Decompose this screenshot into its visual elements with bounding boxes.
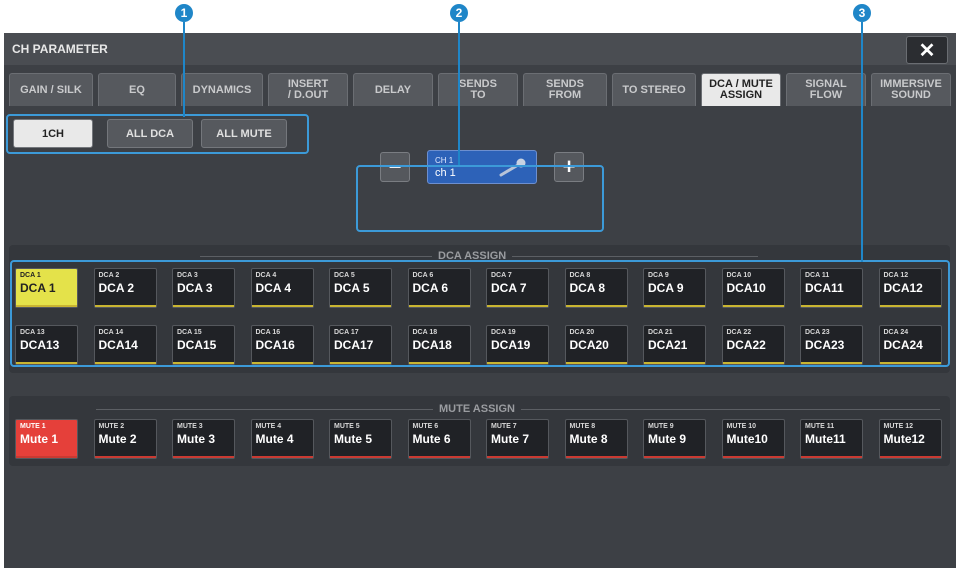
mute-status-bar	[644, 456, 705, 458]
mute-status-bar	[408, 456, 470, 458]
mute-number: MUTE 4	[255, 423, 282, 430]
mute-status-bar	[722, 456, 784, 458]
close-button[interactable]: ✕	[906, 36, 948, 64]
tab-immersive-sound[interactable]: IMMERSIVE SOUND	[871, 73, 951, 106]
mute-assign-button[interactable]: MUTE 9 Mute 9	[643, 419, 706, 459]
mute-name: Mute10	[726, 432, 768, 446]
mute-name: Mute 6	[412, 432, 451, 446]
close-icon: ✕	[918, 39, 936, 62]
mute-assign-button[interactable]: MUTE 12 Mute12	[878, 419, 942, 459]
mute-name: Mute12	[883, 432, 925, 446]
mute-number: MUTE 12	[883, 423, 914, 430]
mute-number: MUTE 2	[98, 423, 125, 430]
mute-status-bar	[801, 456, 862, 458]
mute-assign-button[interactable]: MUTE 2 Mute 2	[93, 419, 157, 459]
tab-signal-flow[interactable]: SIGNAL FLOW	[786, 73, 866, 106]
mute-number: MUTE 10	[726, 423, 757, 430]
callout-2: 2	[450, 4, 468, 22]
tab-to-stereo[interactable]: TO STEREO	[612, 73, 696, 106]
tab-eq[interactable]: EQ	[98, 73, 176, 106]
window-title: CH PARAMETER	[12, 42, 108, 56]
mute-status-bar	[565, 456, 627, 458]
mute-status-bar	[330, 456, 391, 458]
callout-2-highlight	[356, 165, 604, 232]
mute-status-bar	[487, 456, 548, 458]
mute-name: Mute 4	[255, 432, 294, 446]
mute-number: MUTE 8	[569, 423, 596, 430]
tab-sends-to[interactable]: SENDS TO	[438, 73, 518, 106]
mute-number: MUTE 9	[648, 423, 674, 430]
mute-number: MUTE 5	[334, 423, 360, 430]
mute-name: Mute 1	[20, 432, 59, 446]
titlebar: CH PARAMETER ✕	[4, 33, 956, 65]
mute-name: Mute 9	[648, 432, 687, 446]
mute-assign-button[interactable]: MUTE 3 Mute 3	[172, 419, 235, 459]
mute-number: MUTE 3	[177, 423, 203, 430]
tab-insert-dout[interactable]: INSERT / D.OUT	[268, 73, 348, 106]
callout-3-leader	[861, 22, 863, 262]
mute-assign-button[interactable]: MUTE 1 Mute 1	[15, 419, 78, 459]
mute-name: Mute11	[805, 432, 846, 446]
mute-assign-button[interactable]: MUTE 11 Mute11	[800, 419, 863, 459]
callout-3-highlight	[10, 260, 950, 367]
mute-assign-button[interactable]: MUTE 10 Mute10	[721, 419, 785, 459]
callout-2-leader	[458, 22, 460, 165]
tab-dynamics[interactable]: DYNAMICS	[181, 73, 263, 106]
callout-1-highlight	[6, 114, 309, 154]
mute-assign-button[interactable]: MUTE 6 Mute 6	[407, 419, 471, 459]
mute-assign-label: MUTE ASSIGN	[433, 403, 521, 415]
mute-status-bar	[879, 456, 941, 458]
mute-name: Mute 8	[569, 432, 608, 446]
mute-number: MUTE 6	[412, 423, 439, 430]
tab-delay[interactable]: DELAY	[353, 73, 433, 106]
tab-gain-silk[interactable]: GAIN / SILK	[9, 73, 93, 106]
callout-1: 1	[175, 4, 193, 22]
mute-name: Mute 3	[177, 432, 216, 446]
mute-assign-button[interactable]: MUTE 4 Mute 4	[250, 419, 314, 459]
tab-bar: GAIN / SILK EQ DYNAMICS INSERT / D.OUT D…	[4, 73, 956, 109]
callout-3: 3	[853, 4, 871, 22]
mute-status-bar	[251, 456, 313, 458]
mute-assign-button[interactable]: MUTE 8 Mute 8	[564, 419, 628, 459]
mute-status-bar	[16, 456, 77, 458]
mute-assign-button[interactable]: MUTE 7 Mute 7	[486, 419, 549, 459]
mute-status-bar	[94, 456, 156, 458]
mute-number: MUTE 11	[805, 423, 835, 430]
mute-number: MUTE 7	[491, 423, 517, 430]
mute-number: MUTE 1	[20, 423, 46, 430]
tab-sends-from[interactable]: SENDS FROM	[523, 73, 607, 106]
tab-dca-mute-assign[interactable]: DCA / MUTE ASSIGN	[701, 73, 781, 106]
mute-assign-button[interactable]: MUTE 5 Mute 5	[329, 419, 392, 459]
channel-number: CH 1	[435, 156, 454, 165]
mute-name: Mute 7	[491, 432, 530, 446]
mute-name: Mute 2	[98, 432, 137, 446]
callout-1-leader	[183, 22, 185, 117]
mute-status-bar	[173, 456, 234, 458]
mute-name: Mute 5	[334, 432, 373, 446]
